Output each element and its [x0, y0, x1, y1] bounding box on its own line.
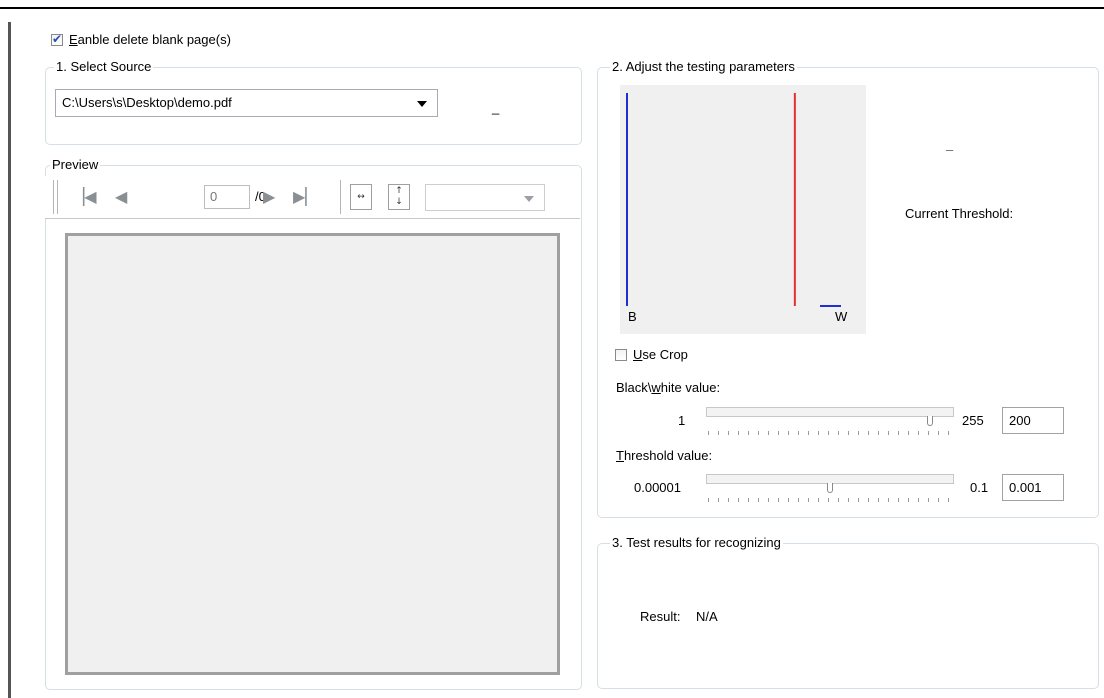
- use-crop-label: Use Crop: [633, 347, 688, 362]
- select-source-legend: 1. Select Source: [54, 59, 154, 75]
- source-file-value: C:\Users\s\Desktop\demo.pdf: [62, 95, 232, 110]
- histogram-left-label: B: [628, 309, 637, 324]
- threshold-value-input[interactable]: 0.001: [1002, 474, 1064, 501]
- preview-legend: Preview: [50, 157, 101, 173]
- threshold-max-label: 0.1: [970, 480, 989, 495]
- enable-delete-blank-checkbox[interactable]: [51, 32, 63, 46]
- source-dash: _: [492, 100, 500, 115]
- prev-page-button[interactable]: ◀: [115, 186, 127, 208]
- result-value: N/A: [696, 609, 718, 624]
- results-legend: 3. Test results for recognizing: [610, 535, 783, 551]
- bw-slider-ticks: [708, 431, 952, 435]
- last-page-button[interactable]: ▶▏: [293, 186, 318, 208]
- first-page-button[interactable]: ▕◀: [72, 186, 97, 208]
- bw-min-label: 1: [678, 413, 686, 428]
- result-label: Result:: [640, 609, 681, 624]
- toolbar-grip: [53, 180, 54, 214]
- threshold-slider-thumb[interactable]: [827, 483, 833, 493]
- threshold-value-label: Threshold value:: [616, 448, 713, 463]
- bw-slider[interactable]: [706, 407, 954, 417]
- source-file-select[interactable]: C:\Users\s\Desktop\demo.pdf: [55, 89, 438, 117]
- page-number-input[interactable]: 0: [204, 185, 250, 209]
- histogram-right-label: W: [835, 309, 848, 324]
- current-threshold-label: Current Threshold:: [905, 206, 1014, 221]
- threshold-slider-ticks: [708, 498, 952, 502]
- chevron-down-icon: [524, 196, 534, 202]
- toolbar-separator: [340, 180, 341, 214]
- chevron-down-icon: [417, 101, 427, 107]
- fit-width-button[interactable]: ↔: [350, 184, 372, 210]
- next-page-icon[interactable]: ▶: [263, 186, 275, 208]
- toolbar-grip: [57, 180, 58, 214]
- bw-slider-thumb[interactable]: [926, 416, 933, 426]
- bw-max-label: 255: [962, 413, 984, 428]
- threshold-dash: –: [946, 142, 954, 157]
- preview-toolbar: ▕◀ ◀ 0 /0 ▶ ▶▏ ↔ ↑ ↓: [45, 176, 580, 219]
- left-border: [8, 22, 11, 698]
- threshold-min-label: 0.00001: [634, 480, 681, 495]
- bw-value-input[interactable]: 200: [1002, 407, 1064, 434]
- preview-canvas[interactable]: [65, 233, 560, 675]
- fit-height-button[interactable]: ↑ ↓: [388, 184, 410, 210]
- histogram: B W: [620, 85, 866, 334]
- use-crop-checkbox[interactable]: [615, 349, 627, 361]
- zoom-select[interactable]: [425, 184, 545, 211]
- histogram-svg: [626, 93, 841, 307]
- bw-value-label: Black\white value:: [616, 380, 721, 395]
- top-divider: [0, 7, 1104, 9]
- enable-delete-blank-label: Eanble delete blank page(s): [69, 32, 231, 47]
- params-legend: 2. Adjust the testing parameters: [610, 59, 797, 75]
